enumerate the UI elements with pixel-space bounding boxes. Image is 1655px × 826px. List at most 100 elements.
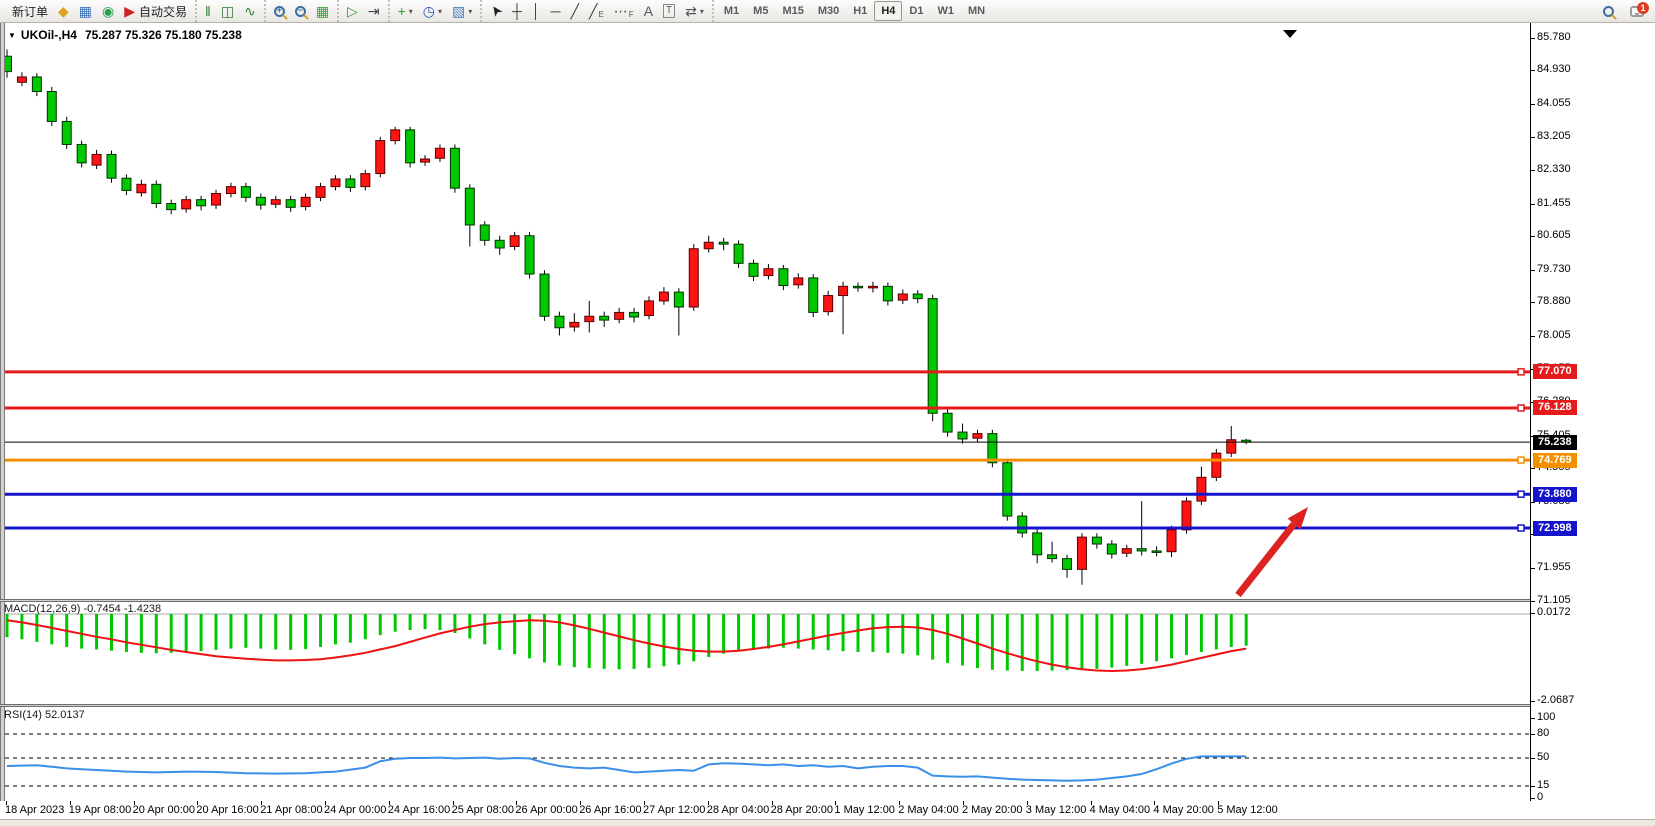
macd-tick-bottom: -2.0687	[1537, 694, 1574, 706]
time-label-8: 26 Apr 00:00	[515, 804, 577, 816]
tile-windows-icon: ▦	[316, 1, 329, 21]
zoom-out-icon[interactable]: −	[290, 1, 311, 21]
time-label-7: 25 Apr 08:00	[452, 804, 514, 816]
new-order-button[interactable]: 新订单	[3, 1, 53, 21]
fibonacci-icon[interactable]: ⋯F	[609, 1, 639, 21]
vertical-line-icon: │	[532, 1, 541, 21]
text-icon[interactable]: A	[639, 1, 658, 21]
price-tick-78.880: 78.880	[1537, 295, 1571, 307]
autotrading-button: ▶	[124, 1, 135, 21]
arrows-button[interactable]: ⇄▾	[680, 1, 709, 21]
crosshair-icon[interactable]: ┼	[507, 1, 527, 21]
rsi-tick-80: 80	[1537, 727, 1549, 739]
hline-handle[interactable]	[1518, 491, 1524, 497]
price-tick-85.780: 85.780	[1537, 31, 1571, 43]
cursor-icon: ➤	[485, 0, 508, 21]
timeframe-m1[interactable]: M1	[717, 1, 746, 21]
text-label-icon[interactable]: T	[658, 1, 680, 21]
search-icon[interactable]	[1598, 1, 1619, 21]
one-click-trading-icon[interactable]: ▼	[8, 31, 16, 40]
time-label-2: 20 Apr 00:00	[133, 804, 195, 816]
auto-scroll-icon[interactable]: ▷	[342, 1, 363, 21]
rsi-tick-15: 15	[1537, 779, 1549, 791]
time-label-19: 5 May 12:00	[1217, 804, 1278, 816]
horizontal-line-icon[interactable]: ─	[546, 1, 566, 21]
hline-handle[interactable]	[1518, 405, 1524, 411]
time-label-15: 2 May 20:00	[962, 804, 1023, 816]
trendline-icon[interactable]: ╱	[566, 1, 584, 21]
main-chart-pane[interactable]	[5, 27, 1530, 599]
time-label-16: 3 May 12:00	[1026, 804, 1087, 816]
price-tick-79.730: 79.730	[1537, 263, 1571, 275]
zoom-out-icon: −	[295, 6, 306, 17]
chat-icon[interactable]: 1	[1625, 1, 1649, 21]
candlestick-chart-icon[interactable]: ◫	[216, 1, 239, 21]
time-label-5: 24 Apr 00:00	[324, 804, 386, 816]
price-axis[interactable]: 85.78084.93084.05583.20582.33081.45580.6…	[1531, 23, 1655, 801]
price-tick-84.930: 84.930	[1537, 63, 1571, 75]
candlestick-chart-icon: ◫	[221, 1, 234, 21]
templates-button[interactable]: ▧▾	[447, 1, 477, 21]
bar-chart-icon[interactable]: ‖	[200, 1, 216, 21]
indicators-button: +	[398, 1, 406, 21]
chat-icon: 1	[1630, 6, 1644, 17]
channel-icon: ╱	[589, 1, 597, 21]
timeframe-m15[interactable]: M15	[775, 1, 810, 21]
timeframe-group: M1M5M15M30H1H4D1W1MN	[712, 0, 995, 22]
time-label-11: 28 Apr 04:00	[707, 804, 769, 816]
hline-handle[interactable]	[1518, 369, 1524, 375]
macd-label: MACD(12,26,9) -0.7454 -1.4238	[4, 603, 161, 615]
time-label-3: 20 Apr 16:00	[196, 804, 258, 816]
trendline-icon: ╱	[571, 1, 579, 21]
time-label-9: 26 Apr 16:00	[579, 804, 641, 816]
chart-title: ▼ UKOil-,H4 75.287 75.326 75.180 75.238	[8, 28, 242, 42]
price-tick-80.605: 80.605	[1537, 229, 1571, 241]
hline-handle[interactable]	[1518, 457, 1524, 463]
tile-windows-icon[interactable]: ▦	[311, 1, 334, 21]
price-label-76.128: 76.128	[1533, 400, 1577, 415]
macd-pane[interactable]	[5, 602, 1530, 704]
trend-arrow[interactable]	[1238, 507, 1308, 595]
market-watch-icon[interactable]: ▦	[74, 1, 97, 21]
timeframe-w1[interactable]: W1	[930, 1, 961, 21]
autotrading-button[interactable]: ▶自动交易	[119, 1, 192, 21]
signals-icon[interactable]: ◉	[97, 1, 119, 21]
channel-icon[interactable]: ╱E	[584, 1, 609, 21]
timeframe-m5[interactable]: M5	[746, 1, 775, 21]
time-label-0: 18 Apr 2023	[5, 804, 64, 816]
toolbar-group: 新订单◆▦◉▶自动交易	[0, 0, 195, 22]
indicators-button[interactable]: +▾	[393, 1, 418, 21]
chart-window: ▼ UKOil-,H4 75.287 75.326 75.180 75.238 …	[0, 23, 1655, 826]
chart-shift-icon[interactable]: ⇥	[363, 1, 385, 21]
time-label-6: 24 Apr 16:00	[388, 804, 450, 816]
templates-button: ▧	[452, 1, 465, 21]
timeframe-mn[interactable]: MN	[961, 1, 992, 21]
toolbar-group: +▾◷▾▧▾	[388, 0, 481, 22]
vertical-line-icon[interactable]: │	[527, 1, 546, 21]
timeframe-h4[interactable]: H4	[874, 1, 902, 21]
line-chart-icon[interactable]: ∿	[239, 1, 261, 21]
periods-button[interactable]: ◷▾	[418, 1, 447, 21]
zoom-in-icon[interactable]: +	[269, 1, 290, 21]
rsi-pane[interactable]	[5, 707, 1530, 801]
price-label-77.070: 77.070	[1533, 364, 1577, 379]
time-label-17: 4 May 04:00	[1090, 804, 1151, 816]
timeframe-h1[interactable]: H1	[846, 1, 874, 21]
chart-shift-icon: ⇥	[368, 1, 380, 21]
hline-handle[interactable]	[1518, 525, 1524, 531]
time-axis[interactable]: 18 Apr 202319 Apr 08:0020 Apr 00:0020 Ap…	[0, 801, 1655, 819]
periods-button: ◷	[423, 1, 435, 21]
timeframe-m30[interactable]: M30	[811, 1, 846, 21]
candlestick-chart[interactable]	[5, 27, 1530, 599]
cursor-icon[interactable]: ➤	[485, 1, 507, 21]
new-chart-icon[interactable]: ◆	[53, 1, 74, 21]
toolbar-group: ‖◫∿	[195, 0, 264, 22]
time-label-10: 27 Apr 12:00	[643, 804, 705, 816]
ohlc-readout: 75.287 75.326 75.180 75.238	[85, 28, 242, 42]
market-watch-icon: ▦	[79, 1, 92, 21]
price-label-75.238: 75.238	[1533, 435, 1577, 450]
macd-tick-top: 0.0172	[1537, 606, 1571, 618]
price-label-72.998: 72.998	[1533, 521, 1577, 536]
macd-histogram	[7, 614, 1246, 671]
timeframe-d1[interactable]: D1	[902, 1, 930, 21]
